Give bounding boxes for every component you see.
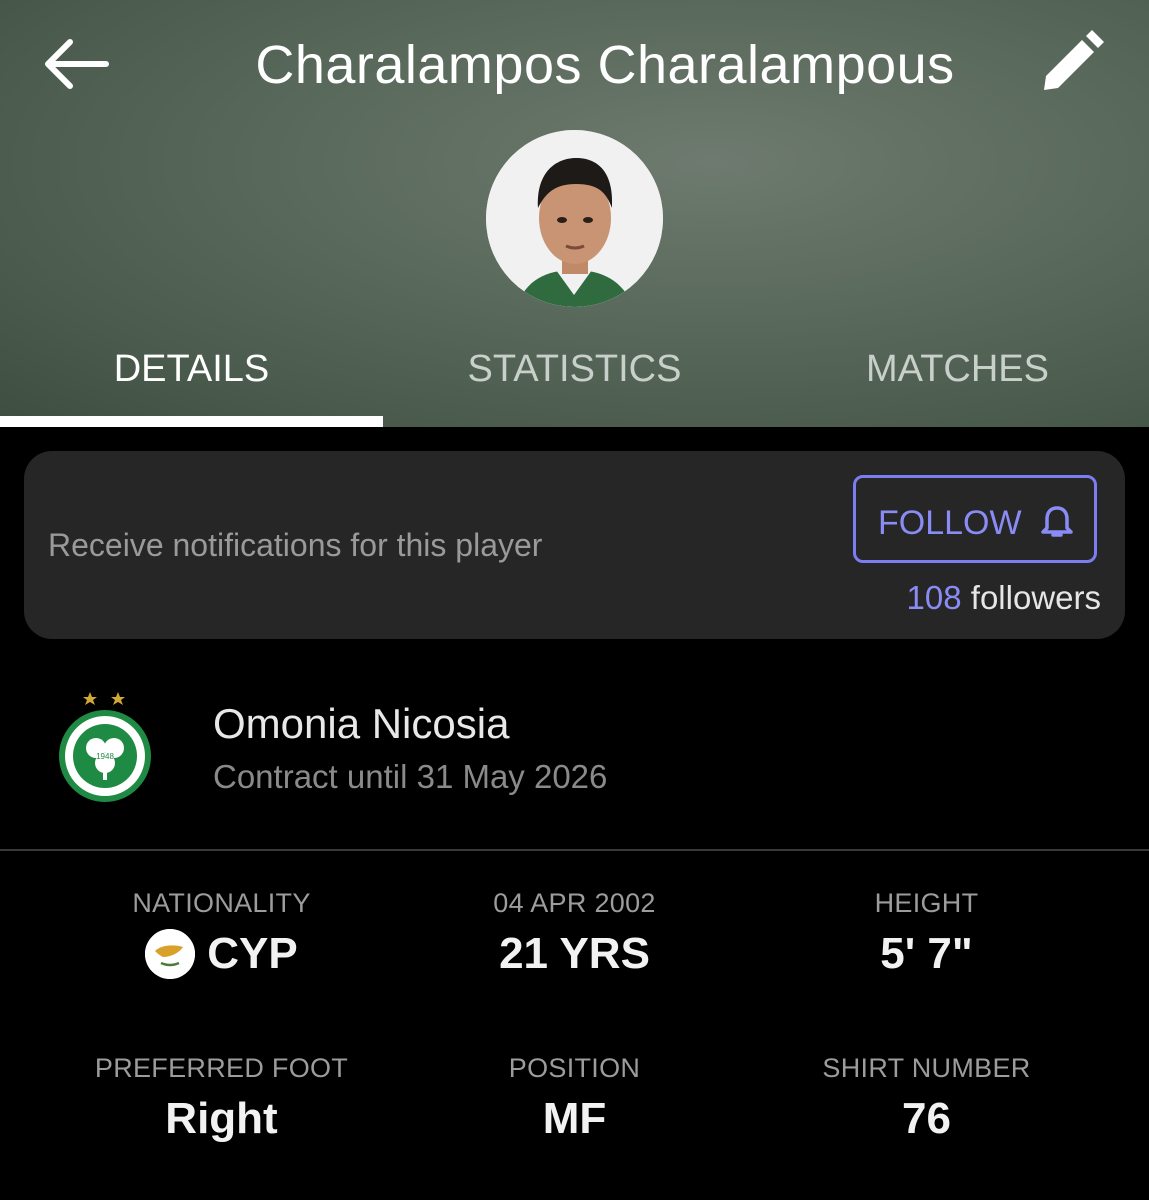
club-name[interactable]: Omonia Nicosia bbox=[213, 700, 509, 748]
age-value: 21 YRS bbox=[499, 929, 650, 978]
player-avatar bbox=[486, 130, 663, 307]
arrow-left-icon bbox=[45, 39, 109, 89]
position-label: POSITION bbox=[508, 1053, 641, 1083]
club-logo-year: 1948 bbox=[96, 752, 114, 761]
height-label: HEIGHT bbox=[874, 888, 979, 918]
club-row: 1948 Omonia Nicosia Contract until 31 Ma… bbox=[0, 680, 1149, 850]
preferred-foot-value: Right bbox=[165, 1094, 278, 1143]
active-tab-indicator bbox=[0, 416, 383, 427]
player-photo bbox=[486, 130, 663, 307]
detail-preferred-foot: PREFERRED FOOT Right bbox=[30, 1053, 413, 1144]
follow-description: Receive notifications for this player bbox=[48, 527, 543, 563]
tab-matches[interactable]: MATCHES bbox=[766, 348, 1149, 391]
nationality-label: NATIONALITY bbox=[132, 888, 311, 918]
nationality-value: CYP bbox=[207, 929, 298, 978]
height-value: 5' 7" bbox=[880, 929, 973, 978]
tab-bar: DETAILS STATISTICS MATCHES bbox=[0, 330, 1149, 427]
followers-number: 108 bbox=[906, 579, 962, 616]
position-value: MF bbox=[542, 1094, 607, 1143]
cyprus-flag-icon bbox=[145, 929, 196, 979]
preferred-foot-label: PREFERRED FOOT bbox=[94, 1053, 349, 1083]
detail-height: HEIGHT 5' 7" bbox=[735, 888, 1118, 979]
player-header: Charalampos Charalampous DETAILS STATIST… bbox=[0, 0, 1149, 427]
detail-shirt-number: SHIRT NUMBER 76 bbox=[735, 1053, 1118, 1144]
follow-button[interactable]: FOLLOW bbox=[853, 475, 1097, 563]
tab-statistics[interactable]: STATISTICS bbox=[383, 348, 766, 391]
followers-label: followers bbox=[970, 579, 1101, 616]
follow-card: Receive notifications for this player FO… bbox=[24, 451, 1125, 639]
birth-date-label: 04 APR 2002 bbox=[493, 888, 656, 918]
section-divider bbox=[0, 849, 1149, 851]
followers-count: 108 followers bbox=[907, 579, 1101, 617]
shirt-number-label: SHIRT NUMBER bbox=[822, 1053, 1031, 1083]
detail-position: POSITION MF bbox=[383, 1053, 766, 1144]
tab-details[interactable]: DETAILS bbox=[0, 348, 383, 391]
back-button[interactable] bbox=[40, 34, 112, 94]
pencil-icon bbox=[1044, 30, 1104, 90]
detail-age: 04 APR 2002 21 YRS bbox=[383, 888, 766, 979]
shirt-number-value: 76 bbox=[902, 1094, 951, 1143]
omonia-club-logo[interactable]: 1948 bbox=[52, 684, 158, 804]
player-name-title: Charalampos Charalampous bbox=[255, 35, 955, 95]
follow-button-label: FOLLOW bbox=[878, 504, 1022, 542]
detail-nationality: NATIONALITY CYP bbox=[30, 888, 413, 979]
edit-button[interactable] bbox=[1036, 30, 1108, 98]
contract-info: Contract until 31 May 2026 bbox=[213, 758, 608, 795]
bell-icon bbox=[1041, 506, 1073, 537]
